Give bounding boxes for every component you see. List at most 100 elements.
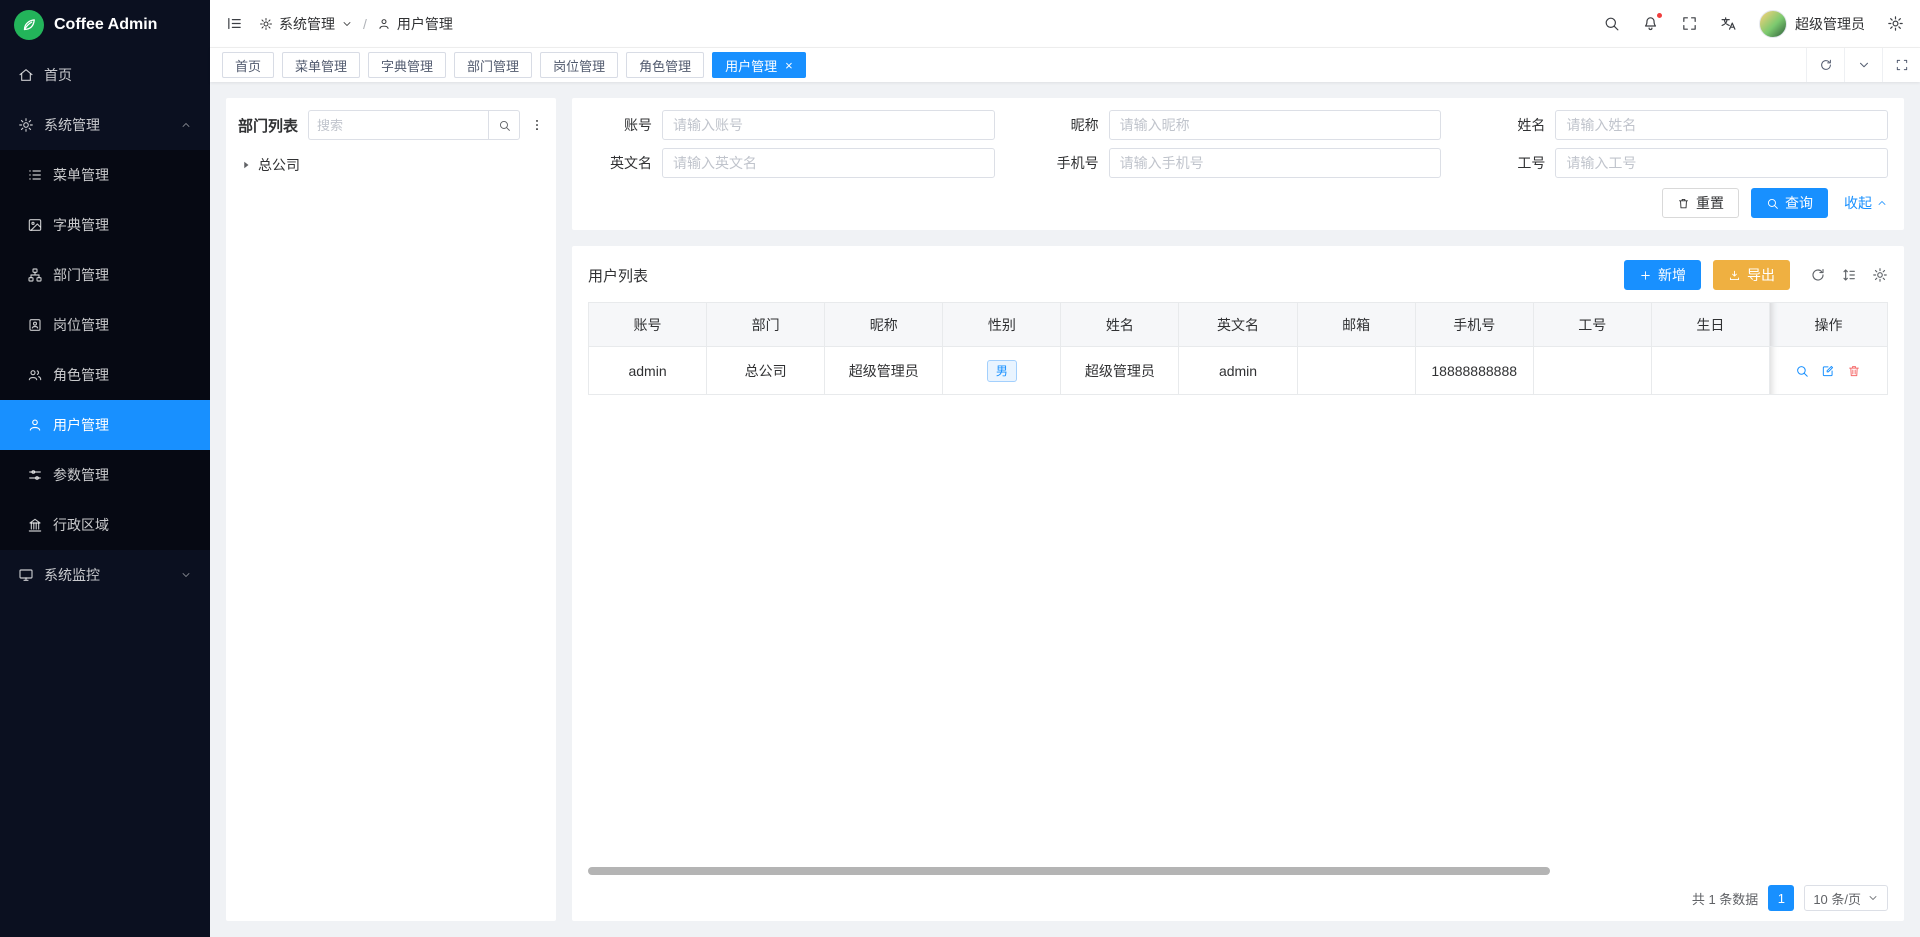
english-name-label: 英文名 [588,153,652,173]
sidebar-item-user-management[interactable]: 用户管理 [0,400,210,450]
page-size-value: 10 条/页 [1813,889,1861,908]
close-icon[interactable]: × [785,59,793,72]
header-actions: 超级管理员 [1603,10,1904,38]
page-size-select[interactable]: 10 条/页 [1804,885,1888,911]
sidebar-item-home[interactable]: 首页 [0,50,210,100]
sidebar-menu: 首页 系统管理 菜单管理 字典管理 部门管理 岗位管理 [0,50,210,937]
pagination: 共 1 条数据 1 10 条/页 [588,885,1888,911]
sidebar-item-menu-management[interactable]: 菜单管理 [0,150,210,200]
edit-row-button[interactable] [1821,364,1835,378]
sidebar-item-label: 系统监控 [44,565,170,585]
settings-gear-icon[interactable] [1887,15,1904,32]
tab-bar: 首页 菜单管理 字典管理 部门管理 岗位管理 角色管理 用户管理 × [210,48,1920,82]
account-field: 账号 [588,110,995,140]
tab-menu-management[interactable]: 菜单管理 [282,52,360,78]
add-user-button[interactable]: 新增 [1624,260,1701,290]
query-label: 查询 [1785,193,1813,213]
notification-dot [1656,12,1663,19]
sidebar: Coffee Admin 首页 系统管理 菜单管理 字典管理 [0,0,210,937]
main-area: 系统管理 / 用户管理 [210,0,1920,937]
sidebar-item-system-management[interactable]: 系统管理 [0,100,210,150]
english-name-field: 英文名 [588,148,995,178]
app-logo[interactable]: Coffee Admin [0,0,210,50]
phone-input[interactable] [1109,148,1442,178]
tabs-maximize-icon[interactable] [1882,48,1920,82]
trash-icon [1677,197,1690,210]
table-tool-icons [1810,267,1888,283]
breadcrumb-separator: / [363,16,367,32]
sidebar-item-label: 菜单管理 [53,165,192,185]
account-input[interactable] [662,110,995,140]
tabs-refresh-icon[interactable] [1806,48,1844,82]
sidebar-item-post-management[interactable]: 岗位管理 [0,300,210,350]
tab-user-management[interactable]: 用户管理 × [712,52,806,78]
sidebar-item-admin-region[interactable]: 行政区域 [0,500,210,550]
name-input[interactable] [1555,110,1888,140]
sidebar-item-parameter-management[interactable]: 参数管理 [0,450,210,500]
nickname-field: 昵称 [1035,110,1442,140]
tab-label: 首页 [235,56,261,75]
translate-icon[interactable] [1720,15,1737,32]
sidebar-item-role-management[interactable]: 角色管理 [0,350,210,400]
tab-home[interactable]: 首页 [222,52,274,78]
cell-birthday [1652,347,1770,395]
reset-button[interactable]: 重置 [1662,188,1739,218]
table-header-row: 账号 部门 昵称 性别 姓名 英文名 邮箱 手机号 工号 生日 操作 [589,303,1888,347]
delete-row-button[interactable] [1847,364,1861,378]
menu-fold-icon[interactable] [226,15,243,32]
tab-dictionary-management[interactable]: 字典管理 [368,52,446,78]
sidebar-item-label: 系统管理 [44,115,170,135]
collapse-toggle[interactable]: 收起 [1844,193,1888,213]
cell-english-name: admin [1179,347,1297,395]
query-button[interactable]: 查询 [1751,188,1828,218]
english-name-input[interactable] [662,148,995,178]
dept-search-button[interactable] [488,110,520,140]
sidebar-item-system-monitor[interactable]: 系统监控 [0,550,210,600]
header-bar: 系统管理 / 用户管理 [210,0,1920,48]
sidebar-item-label: 参数管理 [53,465,192,485]
table-toolbar: 新增 导出 [1624,260,1888,290]
tabs-dropdown-icon[interactable] [1844,48,1882,82]
column-header-phone: 手机号 [1416,303,1534,347]
user-menu[interactable]: 超级管理员 [1759,10,1865,38]
column-header-name: 姓名 [1061,303,1179,347]
avatar [1759,10,1787,38]
tab-post-management[interactable]: 岗位管理 [540,52,618,78]
fullscreen-icon[interactable] [1681,15,1698,32]
tree-node-head-office[interactable]: 总公司 [238,152,544,178]
user-table: 账号 部门 昵称 性别 姓名 英文名 邮箱 手机号 工号 生日 操作 [588,302,1888,395]
name-label: 姓名 [1481,115,1545,135]
sidebar-item-dictionary-management[interactable]: 字典管理 [0,200,210,250]
dept-search-input[interactable] [308,110,488,140]
table-refresh-icon[interactable] [1810,267,1826,283]
table-row[interactable]: admin 总公司 超级管理员 男 超级管理员 admin 1888888888… [589,347,1888,395]
tab-list: 首页 菜单管理 字典管理 部门管理 岗位管理 角色管理 用户管理 × [222,48,1806,82]
breadcrumb-system-management[interactable]: 系统管理 [259,14,353,34]
nickname-input[interactable] [1109,110,1442,140]
dept-search [308,110,520,140]
table-settings-icon[interactable] [1872,267,1888,283]
user-list-panel: 用户列表 新增 导出 [572,246,1904,921]
work-no-input[interactable] [1555,148,1888,178]
department-icon [27,267,43,283]
page-1-button[interactable]: 1 [1768,885,1794,911]
gender-tag: 男 [987,360,1017,382]
user-name: 超级管理员 [1795,14,1865,34]
notification-bell-icon[interactable] [1642,15,1659,32]
home-icon [18,67,34,83]
breadcrumb-label: 用户管理 [397,14,453,34]
monitor-icon [18,567,34,583]
tab-department-management[interactable]: 部门管理 [454,52,532,78]
work-no-field: 工号 [1481,148,1888,178]
breadcrumb-user-management[interactable]: 用户管理 [377,14,453,34]
tab-role-management[interactable]: 角色管理 [626,52,704,78]
sidebar-item-department-management[interactable]: 部门管理 [0,250,210,300]
dept-more-icon[interactable] [530,118,544,132]
right-column: 账号 昵称 姓名 英文名 [572,98,1904,921]
table-density-icon[interactable] [1841,267,1857,283]
user-icon [27,417,43,433]
export-button[interactable]: 导出 [1713,260,1790,290]
view-row-button[interactable] [1795,364,1809,378]
horizontal-scrollbar-thumb[interactable] [588,867,1550,875]
header-search-icon[interactable] [1603,15,1620,32]
